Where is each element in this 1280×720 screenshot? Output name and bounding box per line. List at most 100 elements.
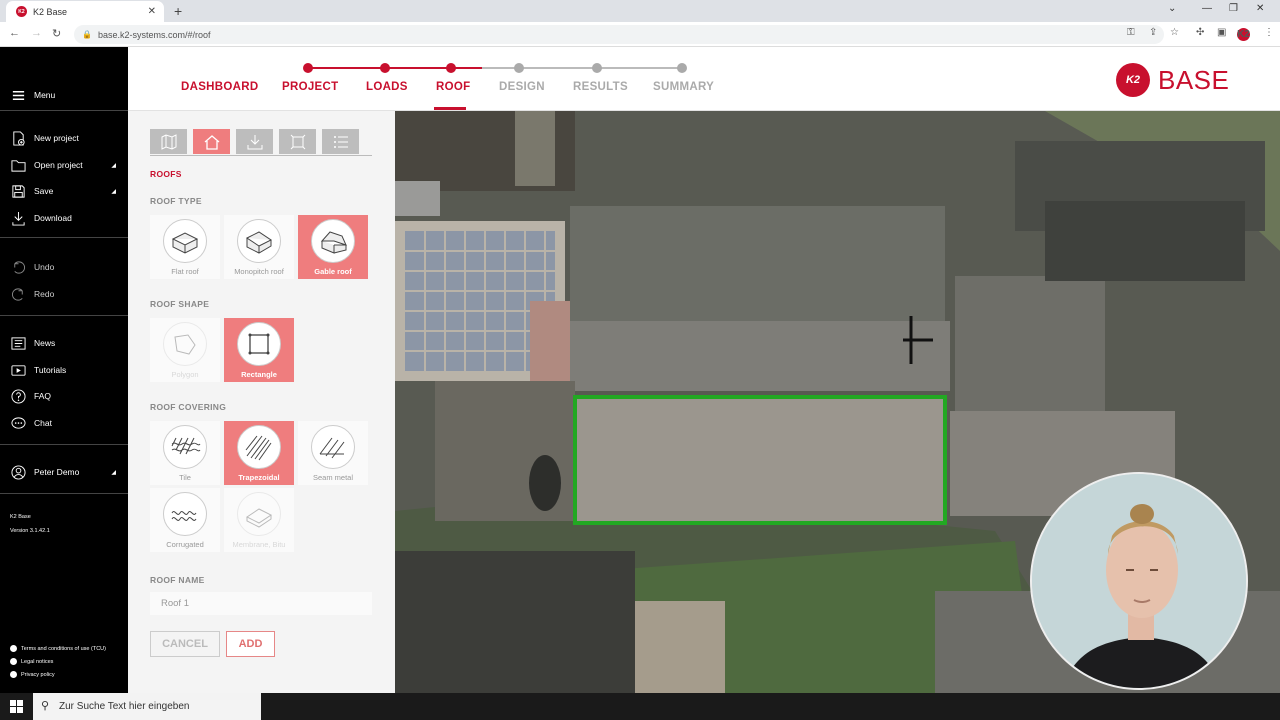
share-icon[interactable]: ⇪	[1149, 27, 1157, 38]
tab-roof[interactable]: ROOF	[436, 81, 470, 93]
sidebar-item-label: FAQ	[34, 391, 52, 401]
undo-icon	[10, 259, 26, 275]
url-text: base.k2-systems.com/#/roof	[97, 29, 211, 40]
sidebar-item-new-project[interactable]: New project	[10, 130, 122, 146]
option-corrugated[interactable]: Corrugated	[150, 488, 220, 552]
option-rectangle[interactable]: Rectangle	[224, 318, 294, 382]
bookmark-star-icon[interactable]: ☆	[1170, 27, 1179, 38]
submenu-arrow-icon: ◢	[111, 469, 116, 476]
divider	[0, 110, 128, 111]
search-icon: ⚲	[41, 700, 50, 712]
new-tab-button[interactable]: +	[174, 3, 182, 19]
option-label: Corrugated	[166, 540, 204, 549]
sidebar-item-news[interactable]: News	[10, 335, 122, 351]
legal-notices-link[interactable]: Legal notices	[10, 658, 53, 665]
logo-text: BASE	[1158, 64, 1230, 95]
minimize-icon[interactable]: —	[1202, 3, 1212, 14]
tab-design[interactable]: DESIGN	[499, 81, 545, 93]
roof-name-heading: ROOF NAME	[150, 575, 205, 585]
add-button[interactable]: ADD	[226, 631, 275, 657]
option-gable-roof[interactable]: Gable roof	[298, 215, 368, 279]
membrane-icon	[246, 508, 272, 528]
browser-tab[interactable]: K2 K2 Base ✕	[6, 1, 164, 22]
sidebar: Menu New project Open project ◢ Save ◢ D…	[0, 47, 128, 693]
tab-results[interactable]: RESULTS	[573, 81, 628, 93]
tab-import[interactable]	[236, 129, 273, 154]
sidebar-item-redo[interactable]: Redo	[10, 286, 122, 302]
forward-icon[interactable]: →	[31, 27, 42, 39]
roof-covering-heading: ROOF COVERING	[150, 402, 227, 412]
menu-label: Menu	[34, 90, 56, 100]
browser-tab-strip: K2 K2 Base ✕ + ⌄ — ❐ ✕	[0, 0, 1280, 22]
restore-icon[interactable]: ❐	[1229, 3, 1238, 14]
option-flat-roof[interactable]: Flat roof	[150, 215, 220, 279]
tab-search-chevron-icon[interactable]: ⌄	[1168, 3, 1176, 14]
extensions-icon[interactable]: ✣	[1196, 27, 1204, 38]
step-navigation: DASHBOARD PROJECT LOADS ROOF DESIGN RESU…	[128, 47, 1280, 111]
tab-project[interactable]: PROJECT	[282, 81, 338, 93]
tab-loads[interactable]: LOADS	[366, 81, 408, 93]
key-icon[interactable]: ⚿	[1127, 27, 1135, 38]
k2-extension-icon[interactable]: K2	[1237, 28, 1250, 41]
taskbar-search-field[interactable]: ⚲ Zur Suche Text hier eingeben	[33, 693, 261, 720]
sidebar-item-open-project[interactable]: Open project ◢	[10, 157, 122, 173]
step-dot-design	[514, 63, 524, 73]
option-label: Rectangle	[241, 370, 277, 379]
divider	[0, 237, 128, 238]
k2-favicon-icon: K2	[16, 6, 27, 17]
windows-start-icon[interactable]	[10, 700, 23, 713]
sidebar-item-faq[interactable]: FAQ	[10, 388, 122, 404]
corrugated-icon	[171, 511, 197, 521]
browser-menu-icon[interactable]: ⋮	[1264, 27, 1274, 38]
option-tile[interactable]: Tile	[150, 421, 220, 485]
user-menu[interactable]: Peter Demo ◢	[10, 464, 122, 480]
tab-map-view[interactable]	[150, 129, 187, 154]
url-field[interactable]: 🔒 base.k2-systems.com/#/roof	[74, 25, 1164, 44]
option-label: Membrane, Bitu	[232, 540, 286, 549]
sidebar-item-tutorials[interactable]: Tutorials	[10, 362, 122, 378]
divider	[0, 444, 128, 445]
option-label: Polygon	[171, 370, 199, 379]
terms-link[interactable]: Terms and conditions of use (TCU)	[10, 645, 106, 652]
close-window-icon[interactable]: ✕	[1256, 3, 1264, 14]
option-label: Gable roof	[314, 267, 352, 276]
reload-icon[interactable]: ↻	[52, 27, 61, 40]
menu-button[interactable]: Menu	[10, 87, 122, 103]
sidebar-item-download[interactable]: Download	[10, 210, 122, 226]
panel-tabs-divider	[150, 155, 372, 156]
privacy-link[interactable]: Privacy policy	[10, 671, 55, 678]
user-icon	[10, 464, 26, 480]
option-seam-metal[interactable]: Seam metal	[298, 421, 368, 485]
step-dot-project	[303, 63, 313, 73]
sidepanel-icon[interactable]: ▣	[1217, 27, 1226, 38]
roof-name-input[interactable]: Roof 1	[150, 592, 372, 615]
option-polygon[interactable]: Polygon	[150, 318, 220, 382]
tab-roofs[interactable]	[193, 129, 230, 154]
new-file-icon	[10, 130, 26, 146]
panel-heading: ROOFS	[150, 169, 182, 179]
info-icon	[10, 645, 17, 652]
sidebar-item-save[interactable]: Save ◢	[10, 183, 122, 199]
sidebar-item-chat[interactable]: Chat	[10, 415, 122, 431]
search-placeholder: Zur Suche Text hier eingeben	[59, 701, 190, 712]
back-icon[interactable]: ←	[9, 27, 20, 39]
redo-icon	[10, 286, 26, 302]
gable-roof-icon	[320, 231, 347, 254]
frame-icon	[290, 134, 305, 149]
info-icon	[10, 671, 17, 678]
option-membrane[interactable]: Membrane, Bitu	[224, 488, 294, 552]
tab-obstacles[interactable]	[279, 129, 316, 154]
close-tab-icon[interactable]: ✕	[148, 6, 156, 17]
cancel-button[interactable]: CANCEL	[150, 631, 220, 657]
option-monopitch-roof[interactable]: Monopitch roof	[224, 215, 294, 279]
tab-summary[interactable]: SUMMARY	[653, 81, 714, 93]
sidebar-item-label: Undo	[34, 262, 55, 272]
sidebar-item-label: Chat	[34, 418, 52, 428]
sidebar-item-undo[interactable]: Undo	[10, 259, 122, 275]
submenu-arrow-icon: ◢	[111, 188, 116, 195]
sidebar-item-label: Tutorials	[34, 365, 67, 375]
browser-tab-title: K2 Base	[33, 6, 68, 17]
option-trapezoidal[interactable]: Trapezoidal	[224, 421, 294, 485]
tab-list[interactable]	[322, 129, 359, 154]
tab-dashboard[interactable]: DASHBOARD	[181, 81, 258, 93]
